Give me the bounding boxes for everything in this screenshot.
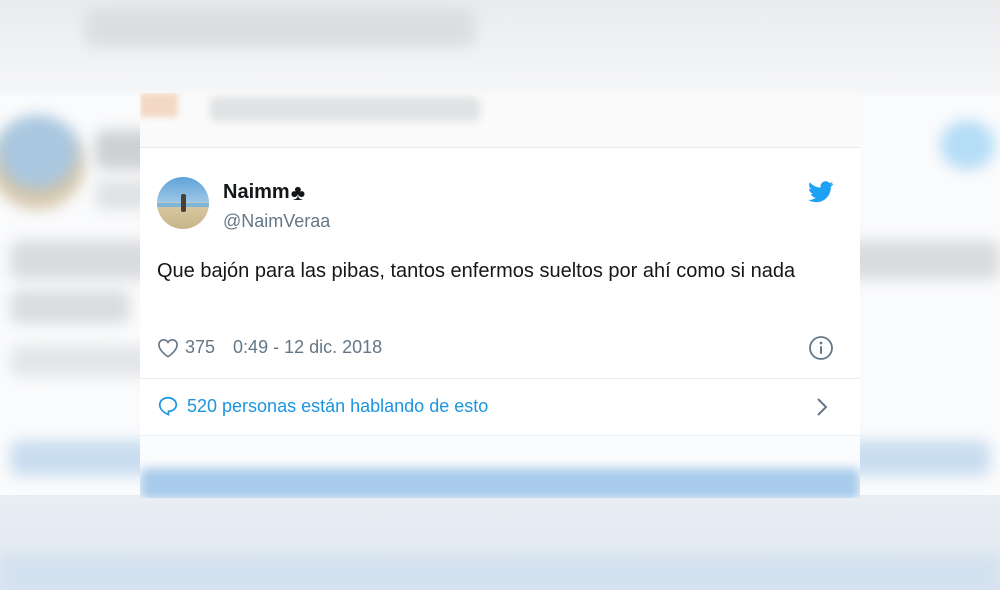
chevron-right-icon[interactable]	[814, 396, 830, 418]
speech-bubble-icon	[158, 396, 178, 416]
heart-icon[interactable]	[157, 338, 179, 358]
tweet-meta: 375 0:49 - 12 dic. 2018	[157, 337, 382, 358]
divider	[140, 378, 860, 379]
previous-tweet-blurred	[140, 93, 860, 147]
conversation-link-label[interactable]: 520 personas están hablando de esto	[187, 396, 488, 417]
conversation-link[interactable]: 520 personas están hablando de esto	[157, 395, 488, 417]
avatar[interactable]	[157, 177, 209, 229]
tweet-text: Que bajón para las pibas, tantos enfermo…	[157, 260, 796, 282]
author-name-row[interactable]: Naimm ♣	[223, 181, 305, 204]
twitter-bird-icon[interactable]	[808, 181, 834, 203]
tweet-card: Naimm ♣ @NaimVeraa Que bajón para las pi…	[140, 93, 860, 498]
user-handle[interactable]: @NaimVeraa	[223, 211, 330, 232]
timestamp[interactable]: 0:49 - 12 dic. 2018	[233, 337, 382, 358]
club-suit-emoji: ♣	[290, 179, 306, 205]
next-item-blurred	[140, 436, 860, 498]
display-name[interactable]: Naimm	[223, 181, 290, 204]
like-count[interactable]: 375	[185, 337, 215, 358]
info-icon[interactable]	[808, 335, 834, 361]
divider	[140, 147, 860, 148]
